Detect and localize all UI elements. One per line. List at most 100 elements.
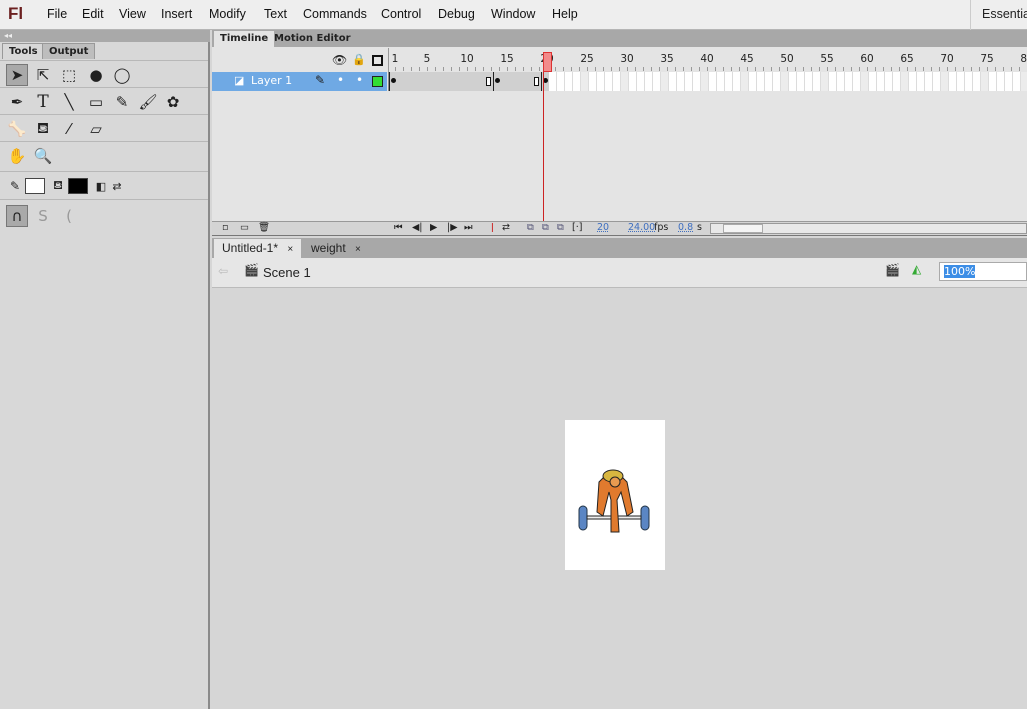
frame-cell[interactable]: [997, 72, 1005, 91]
eyedropper-tool-icon[interactable]: ⁄: [58, 118, 80, 140]
frame-cell[interactable]: [757, 72, 765, 91]
frame-cell[interactable]: [925, 72, 933, 91]
straighten-icon[interactable]: (: [58, 205, 80, 227]
frame-cell[interactable]: [469, 72, 477, 91]
lock-dot[interactable]: •: [356, 73, 363, 87]
frame-cell[interactable]: [445, 72, 453, 91]
frame-cell[interactable]: [717, 72, 725, 91]
frame-cell[interactable]: [933, 72, 941, 91]
center-frame-icon[interactable]: ǀ: [491, 222, 494, 233]
paint-bucket-tool-icon[interactable]: ⛾: [32, 118, 54, 140]
frame-cell[interactable]: [837, 72, 845, 91]
frame-cell[interactable]: [701, 72, 709, 91]
frame-cell[interactable]: [461, 72, 469, 91]
menu-insert[interactable]: Insert: [161, 7, 192, 21]
rectangle-tool-icon[interactable]: ▭: [85, 91, 107, 113]
bone-tool-icon[interactable]: 🦴: [6, 118, 28, 140]
frame-cell[interactable]: [429, 72, 437, 91]
playhead[interactable]: [543, 52, 552, 72]
tab-untitled-1[interactable]: Untitled-1* ×: [214, 239, 302, 258]
frame-cell[interactable]: [605, 72, 613, 91]
modify-markers-icon[interactable]: [·]: [572, 222, 582, 233]
menu-view[interactable]: View: [119, 7, 146, 21]
smooth-icon[interactable]: S: [32, 205, 54, 227]
play-button[interactable]: ▶: [430, 222, 437, 233]
menu-text[interactable]: Text: [264, 7, 287, 21]
frame-cell[interactable]: [405, 72, 413, 91]
frame-cell[interactable]: [797, 72, 805, 91]
onion-outline-icon[interactable]: ⧉: [542, 222, 549, 233]
frame-rate[interactable]: 24.00: [628, 222, 655, 233]
frame-cell[interactable]: [861, 72, 869, 91]
deco-tool-icon[interactable]: ✿: [162, 91, 184, 113]
stage[interactable]: [565, 420, 665, 570]
step-forward-button[interactable]: |▶: [447, 222, 458, 233]
frame-cell[interactable]: [549, 72, 557, 91]
lasso-tool-icon[interactable]: ◯: [111, 64, 133, 86]
pen-tool-icon[interactable]: ✒: [6, 91, 28, 113]
frame-cell[interactable]: [893, 72, 901, 91]
frame-cell[interactable]: [573, 72, 581, 91]
hand-tool-icon[interactable]: ✋: [6, 145, 28, 167]
frame-cell[interactable]: [829, 72, 837, 91]
first-frame-button[interactable]: ⏮: [394, 222, 403, 233]
zoom-input[interactable]: 100%: [939, 262, 1027, 281]
frame-cell[interactable]: [525, 72, 533, 91]
frame-cell[interactable]: [437, 72, 445, 91]
frame-cell[interactable]: [613, 72, 621, 91]
weightlifter-graphic[interactable]: [565, 420, 665, 570]
frame-cell[interactable]: [637, 72, 645, 91]
frame-cell[interactable]: [901, 72, 909, 91]
zoom-tool-icon[interactable]: 🔍: [32, 145, 54, 167]
edit-symbols-icon[interactable]: ◭: [912, 262, 921, 276]
frame-cell[interactable]: [685, 72, 693, 91]
frame-cell[interactable]: [709, 72, 717, 91]
menu-file[interactable]: File: [47, 7, 67, 21]
frame-cell[interactable]: [669, 72, 677, 91]
snap-to-objects-icon[interactable]: ∩: [6, 205, 28, 227]
tab-timeline[interactable]: Timeline: [214, 31, 275, 47]
text-tool-icon[interactable]: T: [32, 91, 54, 113]
frame-cell[interactable]: [909, 72, 917, 91]
frame-cell[interactable]: [621, 72, 629, 91]
frame-cell[interactable]: [629, 72, 637, 91]
frame-cell[interactable]: [789, 72, 797, 91]
frame-cell[interactable]: [565, 72, 573, 91]
new-folder-icon[interactable]: ▭: [240, 222, 249, 233]
collapse-panel-button[interactable]: ◂◂: [0, 30, 210, 42]
scene-name[interactable]: Scene 1: [263, 265, 311, 280]
fill-color-swatch[interactable]: [68, 178, 88, 194]
frame-cell[interactable]: [853, 72, 861, 91]
frame-cell[interactable]: [645, 72, 653, 91]
onion-skin-icon[interactable]: ⧉: [527, 222, 534, 233]
frame-cell[interactable]: [493, 72, 501, 91]
frame-cell[interactable]: [677, 72, 685, 91]
close-icon[interactable]: ×: [287, 244, 293, 255]
new-layer-icon[interactable]: ▫: [222, 222, 228, 233]
eye-icon[interactable]: 👁: [332, 53, 347, 67]
stroke-color-swatch[interactable]: [25, 178, 45, 194]
menu-help[interactable]: Help: [552, 7, 578, 21]
horizontal-scrollbar[interactable]: [710, 223, 1027, 234]
line-tool-icon[interactable]: ╲: [58, 91, 80, 113]
edit-multiple-icon[interactable]: ⧉: [557, 222, 564, 233]
back-arrow-icon[interactable]: ⇦: [218, 264, 228, 278]
outline-icon[interactable]: [372, 55, 383, 66]
last-frame-button[interactable]: ⏭: [464, 222, 473, 233]
frame-cell[interactable]: [845, 72, 853, 91]
frame-cell[interactable]: [485, 72, 493, 91]
frame-cell[interactable]: [653, 72, 661, 91]
layer-outline-color[interactable]: [372, 76, 383, 87]
frame-cell[interactable]: [453, 72, 461, 91]
frame-cell[interactable]: [501, 72, 509, 91]
menu-debug[interactable]: Debug: [438, 7, 475, 21]
frame-cell[interactable]: [733, 72, 741, 91]
tab-motion-editor[interactable]: Motion Editor: [268, 31, 357, 47]
scrollbar-thumb[interactable]: [723, 224, 763, 233]
frame-cell[interactable]: [749, 72, 757, 91]
frame-cell[interactable]: [725, 72, 733, 91]
frame-cell[interactable]: [773, 72, 781, 91]
frame-cell[interactable]: [957, 72, 965, 91]
frame-cell[interactable]: [413, 72, 421, 91]
workspace-switcher[interactable]: Essentials: [970, 0, 1027, 30]
